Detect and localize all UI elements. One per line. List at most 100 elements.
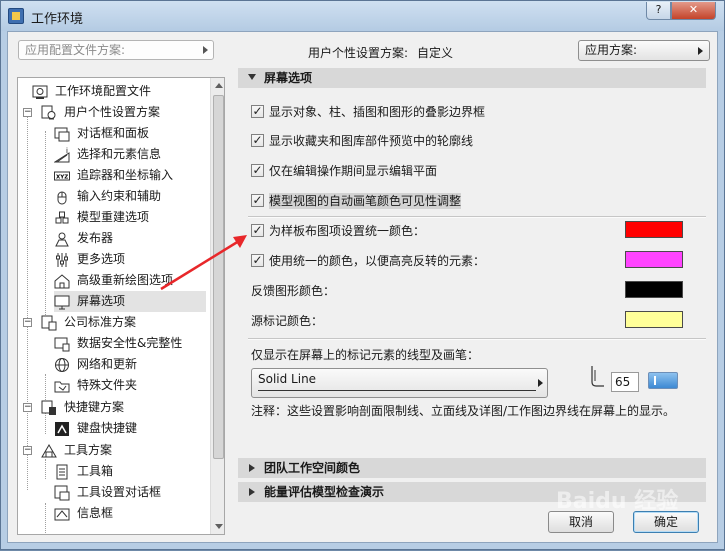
- tree-item-more-options[interactable]: 更多选项: [54, 249, 204, 270]
- collapse-icon[interactable]: −: [23, 108, 32, 117]
- tree-item-data-safety[interactable]: 数据安全性&完整性: [54, 333, 204, 354]
- selection-icon: i: [54, 147, 70, 163]
- tree-item-publisher[interactable]: 发布器: [54, 228, 204, 249]
- tracker-icon: XYZ: [54, 171, 70, 181]
- checkbox[interactable]: ✓: [251, 194, 264, 207]
- profile-scheme-combo[interactable]: 应用配置文件方案:: [18, 40, 214, 60]
- tree-guide-line: [45, 503, 46, 534]
- tree-item-constraints[interactable]: 输入约束和辅助: [54, 186, 204, 207]
- feedback-color-swatch[interactable]: [625, 281, 683, 298]
- origin-color-row: 源标记颜色：: [251, 311, 701, 331]
- option-ghost-bounding-box[interactable]: ✓ 显示对象、柱、插图和图形的叠影边界框: [251, 104, 691, 122]
- tree-item-company-scheme[interactable]: 公司标准方案: [41, 312, 211, 333]
- section-title: 屏幕选项: [264, 71, 313, 85]
- highlight-color-swatch[interactable]: [625, 251, 683, 268]
- note-text: 注释：这些设置影响剖面限制线、立面线及详图/工作图边界线在屏幕上的显示。: [251, 404, 676, 418]
- tree-item-label: 公司标准方案: [64, 315, 137, 329]
- collapse-icon[interactable]: −: [23, 403, 32, 412]
- tree-item-label: 更多选项: [77, 252, 126, 266]
- line-type-combo[interactable]: Solid Line: [251, 368, 548, 398]
- checkbox[interactable]: ✓: [251, 254, 264, 267]
- option-label: 仅在编辑操作期间显示编辑平面: [269, 164, 438, 178]
- tree-item-tracker[interactable]: XYZ 追踪器和坐标输入: [54, 165, 204, 186]
- layout-color-swatch[interactable]: [625, 221, 683, 238]
- tree-item-selection[interactable]: i 选择和元素信息: [54, 144, 204, 165]
- tree-item-dialogs[interactable]: 对话框和面板: [54, 123, 204, 144]
- tree-item-special-folders[interactable]: 特殊文件夹: [54, 375, 204, 396]
- tree-guide-line: [45, 459, 46, 479]
- option-label: 显示对象、柱、插图和图形的叠影边界框: [269, 105, 486, 119]
- tree-item-label: 数据安全性&完整性: [77, 336, 183, 350]
- pen-color-swatch[interactable]: [648, 372, 678, 389]
- scroll-down-icon[interactable]: [215, 524, 223, 529]
- option-highlight-uniform-color[interactable]: ✓ 使用统一的颜色，以便高亮反转的元素：: [251, 251, 701, 271]
- option-auto-pen-visibility[interactable]: ✓ 模型视图的自动画笔颜色可见性调整: [251, 193, 691, 211]
- tree-item-screen-options[interactable]: 屏幕选项: [54, 291, 206, 312]
- tree-item-user-scheme[interactable]: 用户个性设置方案: [41, 102, 211, 123]
- apply-scheme-button[interactable]: 应用方案:: [578, 40, 710, 61]
- app-icon: [8, 8, 24, 24]
- tree-item-tool-scheme[interactable]: 工具方案: [41, 440, 211, 461]
- tree-item-label: 选择和元素信息: [77, 147, 162, 161]
- option-layout-uniform-color[interactable]: ✓ 为样板布图项设置统一颜色：: [251, 221, 701, 241]
- tree-item-label: 工具方案: [64, 443, 113, 457]
- divider: [248, 216, 706, 218]
- divider: [248, 338, 706, 340]
- tree-item-shortcut-scheme[interactable]: 快捷键方案: [41, 397, 211, 418]
- checkbox[interactable]: ✓: [251, 105, 264, 118]
- globe-icon: [55, 358, 69, 372]
- checkbox[interactable]: ✓: [251, 164, 264, 177]
- tree-item-label: 信息框: [77, 506, 114, 520]
- tree-item-advanced-redraw[interactable]: 高级重新绘图选项: [54, 270, 204, 291]
- collapse-icon[interactable]: −: [23, 446, 32, 455]
- user-scheme-value: 自定义: [417, 46, 454, 60]
- tree-item-label: 用户个性设置方案: [64, 105, 161, 119]
- publisher-icon: [55, 232, 69, 247]
- svg-text:i: i: [66, 147, 68, 155]
- tree-item-label: 追踪器和坐标输入: [77, 168, 174, 182]
- section-title: 能量评估模型检查演示: [264, 485, 385, 499]
- work-environment-window: 工作环境 ? ✕ 应用配置文件方案: 用户个性设置方案: 自定义 应用方案: 工…: [0, 0, 725, 550]
- mouse-icon: [57, 191, 67, 205]
- tree-item-profile[interactable]: 工作环境配置文件: [32, 81, 202, 102]
- collapse-icon[interactable]: −: [23, 318, 32, 327]
- dialog-icon: [54, 127, 70, 142]
- chevron-right-icon: [538, 379, 543, 387]
- checkbox[interactable]: ✓: [251, 134, 264, 147]
- infobox-icon: [54, 508, 70, 521]
- option-library-preview-outline[interactable]: ✓ 显示收藏夹和图库部件预览中的轮廓线: [251, 133, 691, 151]
- tree-item-keyboard-shortcuts[interactable]: 键盘快捷键: [54, 418, 204, 439]
- option-label: 使用统一的颜色，以便高亮反转的元素：: [269, 254, 486, 268]
- tree-scrollbar[interactable]: [210, 78, 224, 534]
- data-safety-icon: [54, 337, 70, 352]
- sliders-icon: [56, 253, 68, 267]
- close-button[interactable]: ✕: [671, 2, 716, 20]
- tree-item-label: 工具设置对话框: [77, 485, 162, 499]
- origin-color-swatch[interactable]: [625, 311, 683, 328]
- keyboard-icon: [55, 422, 69, 436]
- tree-item-tool-dialogs[interactable]: 工具设置对话框: [54, 482, 204, 503]
- help-button[interactable]: ?: [646, 2, 671, 20]
- tree-item-network[interactable]: 网络和更新: [54, 354, 204, 375]
- tree-item-rebuild[interactable]: 模型重建选项: [54, 207, 204, 228]
- tree-item-label: 高级重新绘图选项: [77, 273, 174, 287]
- feedback-color-label: 反馈图形颜色：: [251, 284, 336, 298]
- chevron-right-icon: [203, 46, 208, 54]
- scroll-thumb[interactable]: [213, 95, 224, 459]
- settings-tree[interactable]: 工作环境配置文件 − 用户个性设置方案 对话框和面板 i 选择和元素信息 XYZ…: [17, 77, 225, 535]
- rebuild-icon: [55, 211, 69, 224]
- tree-item-infobox[interactable]: 信息框: [54, 503, 204, 524]
- checkbox[interactable]: ✓: [251, 224, 264, 237]
- title-bar[interactable]: 工作环境 ? ✕: [1, 1, 724, 31]
- watermark-logo: Baidu 经验: [556, 489, 679, 514]
- line-type-value: Solid Line: [258, 372, 317, 386]
- pen-number-field[interactable]: 65: [611, 372, 639, 392]
- section-title: 团队工作空间颜色: [264, 461, 361, 475]
- option-edit-plane[interactable]: ✓ 仅在编辑操作期间显示编辑平面: [251, 163, 691, 181]
- scroll-up-icon[interactable]: [215, 83, 223, 88]
- team-workspace-colors-header[interactable]: 团队工作空间颜色: [238, 458, 706, 478]
- option-label: 显示收藏夹和图库部件预览中的轮廓线: [269, 134, 474, 148]
- house-icon: [54, 274, 70, 289]
- tree-item-toolbox[interactable]: 工具箱: [54, 461, 204, 482]
- screen-options-header[interactable]: 屏幕选项: [238, 68, 706, 88]
